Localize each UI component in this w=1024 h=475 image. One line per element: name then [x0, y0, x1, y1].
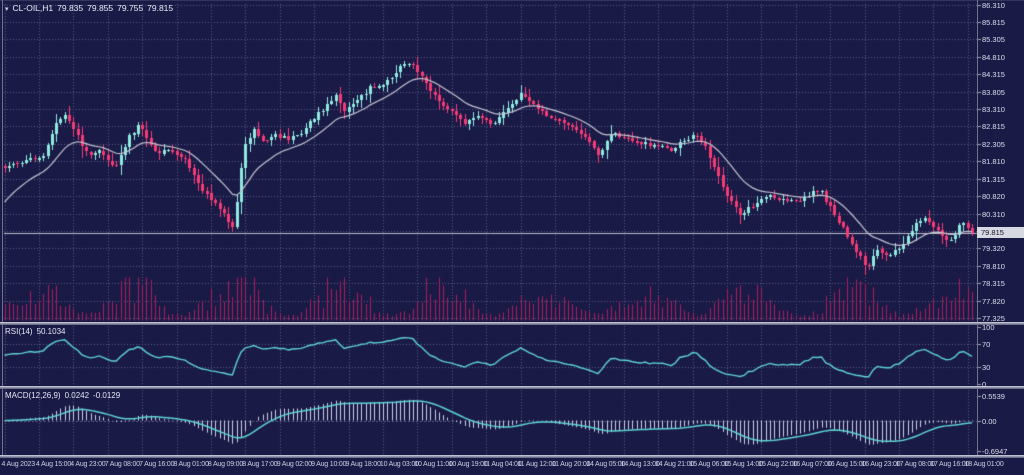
time-axis-label: 10 Aug 11:00: [414, 461, 452, 468]
price-axis-label: 81.315: [982, 175, 1005, 184]
price-axis-label: 85.305: [982, 35, 1005, 44]
time-axis-label: 14 Aug 21:00: [655, 461, 694, 468]
time-axis-label: 7 Aug 16:00: [139, 461, 174, 468]
chart-canvas[interactable]: [0, 0, 1024, 475]
time-axis-label: 14 Aug 05:00: [586, 461, 625, 468]
time-axis-label: 8 Aug 01:00: [174, 461, 209, 468]
price-axis-label: 85.815: [982, 18, 1005, 27]
price-axis-label: 78.810: [982, 262, 1005, 271]
price-axis-label: 84.315: [982, 70, 1005, 79]
time-axis-label: 16 Aug 07:00: [793, 461, 832, 468]
time-axis-label: 9 Aug 10:00: [311, 461, 346, 468]
price-axis-label: 78.315: [982, 279, 1005, 288]
ohlc-low: 79.755: [117, 3, 143, 13]
time-axis-label: 8 Aug 09:00: [208, 461, 243, 468]
current-price-tag: 79.815: [977, 227, 1024, 238]
time-axis-label: 4 Aug 2023: [2, 461, 35, 468]
macd-axis-label: 0.00: [982, 417, 997, 426]
rsi-name: RSI(14): [5, 327, 33, 336]
time-axis-label: 4 Aug 15:00: [36, 461, 71, 468]
rsi-value: 50.1034: [37, 327, 66, 336]
rsi-axis-label: 30: [982, 363, 990, 372]
time-axis-label: 9 Aug 02:00: [277, 461, 312, 468]
price-axis-label: 80.820: [982, 192, 1005, 201]
ohlc-high: 79.855: [87, 3, 113, 13]
pane-separator-macd[interactable]: [0, 386, 1024, 389]
trading-chart-window: ▾ CL-OIL,H179.835 79.855 79.755 79.815 RSI(1…: [0, 0, 1024, 475]
ohlc-open: 79.835: [57, 3, 83, 13]
current-price-value: 79.815: [981, 228, 1004, 237]
time-axis-label: 14 Aug 13:00: [621, 461, 660, 468]
time-axis-label: 15 Aug 06:00: [690, 461, 729, 468]
time-axis-label: 4 Aug 23:00: [70, 461, 105, 468]
chart-top-border: [0, 0, 1024, 1]
time-axis-label: 8 Aug 17:00: [242, 461, 277, 468]
price-axis-label: 82.305: [982, 140, 1005, 149]
macd-value-main: 0.0242: [65, 391, 89, 400]
time-axis-label: 17 Aug 16:00: [930, 461, 969, 468]
price-axis-label: 77.820: [982, 297, 1005, 306]
time-axis-label: 10 Aug 03:00: [380, 461, 419, 468]
symbol-timeframe: CL-OIL,H1: [13, 3, 54, 13]
pane-separator-rsi[interactable]: [0, 322, 1024, 325]
time-axis-label: 10 Aug 19:00: [449, 461, 488, 468]
time-axis-label: 15 Aug 22:00: [758, 461, 797, 468]
macd-indicator-label: MACD(12,26,9) 0.0242 -0.0129: [5, 391, 124, 400]
macd-axis-label: 0.5539: [982, 392, 1005, 401]
price-axis-label: 84.810: [982, 53, 1005, 62]
time-axis-label: 15 Aug 14:00: [724, 461, 763, 468]
macd-value-signal: -0.0129: [93, 391, 120, 400]
price-axis-label: 86.310: [982, 1, 1005, 10]
time-axis-label: 11 Aug 20:00: [552, 461, 590, 468]
time-axis-label: 16 Aug 23:00: [862, 461, 901, 468]
macd-axis-label: -0.6947: [982, 447, 1007, 456]
rsi-axis-label: 0: [982, 380, 986, 389]
time-axis-label: 9 Aug 18:00: [346, 461, 381, 468]
macd-name: MACD(12,26,9): [5, 391, 61, 400]
time-axis-label: 7 Aug 08:00: [105, 461, 140, 468]
ohlc-close: 79.815: [147, 3, 173, 13]
rsi-indicator-label: RSI(14) 50.1034: [5, 327, 69, 336]
price-axis-label: 81.810: [982, 157, 1005, 166]
symbol-ohlc-readout: ▾ CL-OIL,H179.835 79.855 79.755 79.815: [5, 3, 177, 13]
rsi-axis-label: 70: [982, 340, 990, 349]
time-axis-label: 17 Aug 08:00: [896, 461, 935, 468]
price-axis-label: 80.310: [982, 210, 1005, 219]
rsi-axis-label: 100: [982, 323, 995, 332]
symbol-marker-icon[interactable]: ▾: [5, 6, 9, 13]
time-axis-label: 11 Aug 12:00: [518, 461, 556, 468]
price-axis-label: 83.805: [982, 88, 1005, 97]
pane-separator-time[interactable]: [0, 455, 1024, 458]
price-axis-label: 82.815: [982, 122, 1005, 131]
price-axis-label: 83.310: [982, 105, 1005, 114]
time-axis-label: 11 Aug 04:00: [483, 461, 521, 468]
time-axis-label: 16 Aug 15:00: [827, 461, 866, 468]
time-axis-label: 18 Aug 01:00: [965, 461, 1004, 468]
price-axis-label: 79.320: [982, 244, 1005, 253]
price-axis-label: 77.325: [982, 314, 1005, 323]
